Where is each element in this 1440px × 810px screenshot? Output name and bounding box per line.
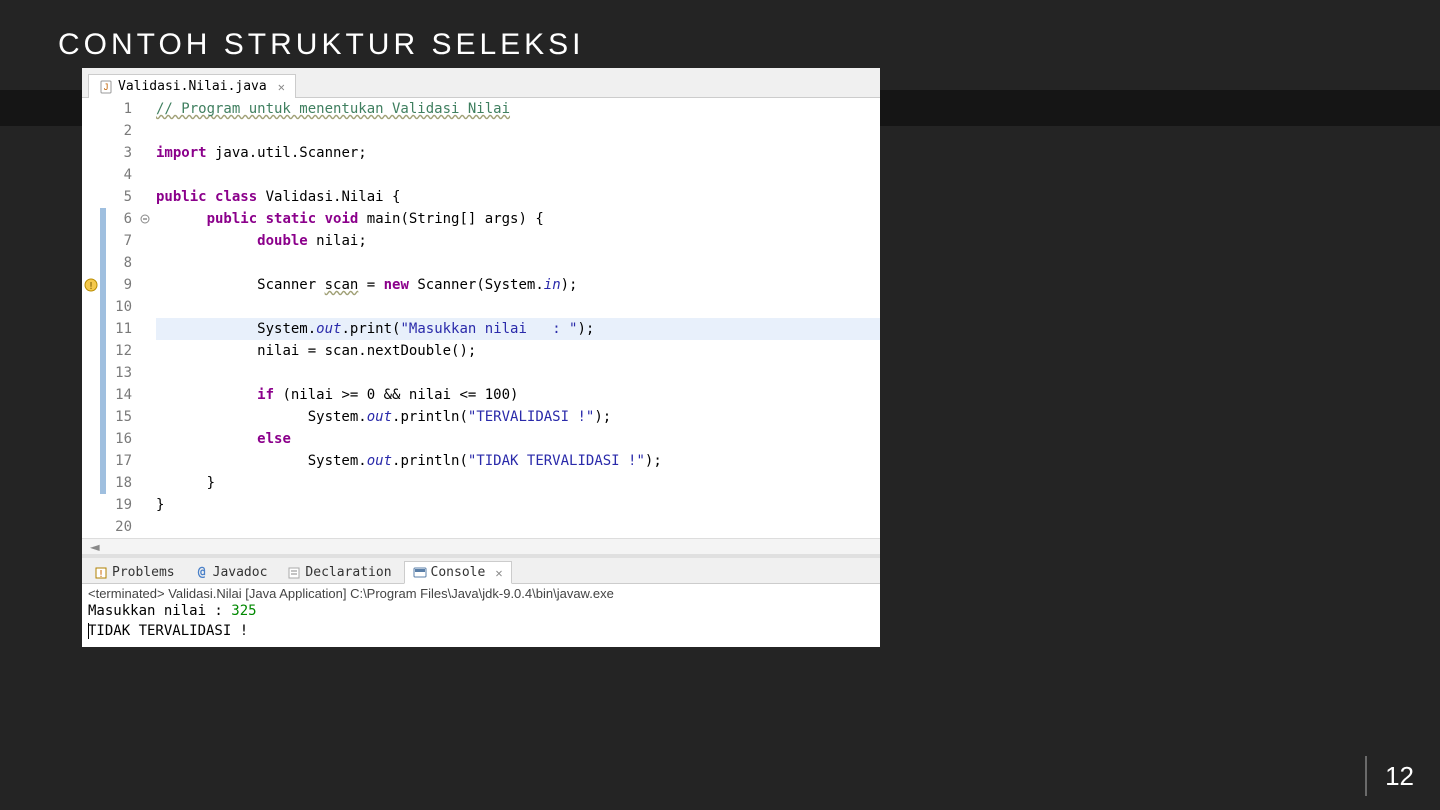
slide-page-number: 12 — [1365, 756, 1414, 796]
code-content[interactable]: // Program untuk menentukan Validasi Nil… — [152, 98, 880, 538]
console-launch-info: <terminated> Validasi.Nilai [Java Applic… — [88, 586, 874, 601]
console-user-input: 325 — [231, 603, 256, 619]
editor-tab-bar: J Validasi.Nilai.java ✕ — [82, 68, 880, 98]
svg-text:!: ! — [98, 569, 104, 580]
warning-marker-icon[interactable]: ! — [82, 274, 100, 296]
console-icon — [413, 566, 427, 580]
close-icon[interactable]: ✕ — [495, 566, 502, 580]
marker-column: ! — [82, 98, 100, 538]
horizontal-scrollbar[interactable]: ◄ — [82, 538, 880, 554]
tab-problems-label: Problems — [112, 565, 175, 580]
editor-tab-label: Validasi.Nilai.java — [118, 79, 267, 94]
close-icon[interactable]: ✕ — [278, 80, 285, 94]
problems-icon: ! — [94, 566, 108, 580]
tab-declaration-label: Declaration — [305, 565, 391, 580]
tab-javadoc-label: Javadoc — [213, 565, 268, 580]
java-file-icon: J — [99, 80, 113, 94]
tab-javadoc[interactable]: @ Javadoc — [187, 562, 276, 583]
svg-text:J: J — [104, 82, 109, 92]
tab-console-label: Console — [431, 565, 486, 580]
ide-window: J Validasi.Nilai.java ✕ ! 12345678910111… — [82, 68, 880, 647]
line-number-column: 1234567891011121314151617181920 — [106, 98, 138, 538]
svg-text:!: ! — [88, 281, 94, 292]
tab-console[interactable]: Console ✕ — [404, 561, 512, 584]
fold-column — [138, 98, 152, 538]
code-editor[interactable]: ! 1234567891011121314151617181920 // Pro… — [82, 98, 880, 538]
tab-problems[interactable]: ! Problems — [86, 562, 183, 583]
console-prompt: Masukkan nilai : — [88, 603, 231, 619]
slide-title: CONTOH STRUKTUR SELEKSI — [58, 28, 585, 62]
editor-tab-validasi[interactable]: J Validasi.Nilai.java ✕ — [88, 74, 296, 98]
console-output[interactable]: Masukkan nilai : 325 TIDAK TERVALIDASI ! — [88, 601, 874, 641]
console-panel: <terminated> Validasi.Nilai [Java Applic… — [82, 584, 880, 647]
tab-declaration[interactable]: Declaration — [279, 562, 399, 583]
declaration-icon — [287, 566, 301, 580]
console-result: TIDAK TERVALIDASI ! — [88, 623, 248, 639]
fold-toggle-icon[interactable] — [138, 208, 152, 230]
bottom-view-tabs: ! Problems @ Javadoc Declaration Console… — [82, 554, 880, 584]
javadoc-icon: @ — [195, 566, 209, 580]
